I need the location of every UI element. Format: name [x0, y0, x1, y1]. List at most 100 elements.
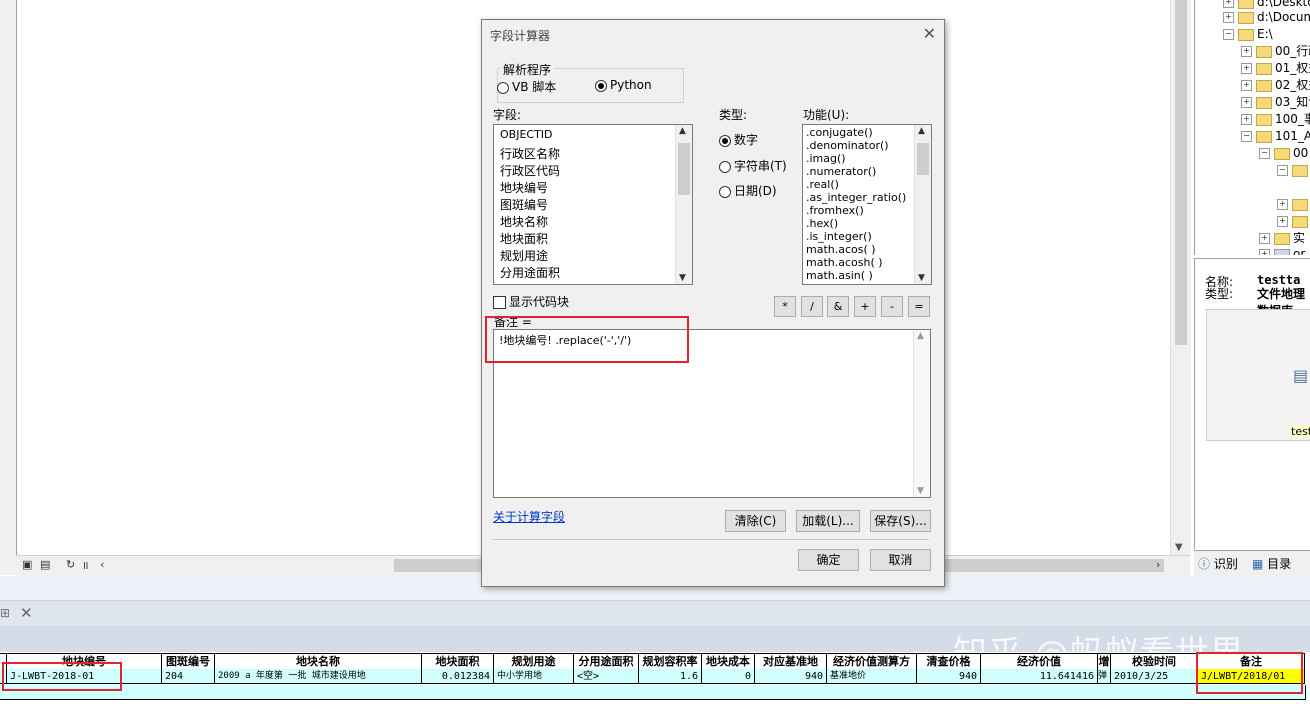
collapse-icon[interactable]: −	[1277, 165, 1288, 176]
table-cell[interactable]	[422, 685, 495, 700]
expand-icon[interactable]: +	[1259, 249, 1270, 255]
divide-button[interactable]: /	[801, 296, 823, 317]
column-header[interactable]: 规划容积率	[639, 653, 702, 670]
tab-catalog[interactable]: ▦ 目录	[1252, 555, 1291, 572]
table-cell[interactable]	[494, 685, 575, 700]
table-cell[interactable]	[1111, 685, 1199, 700]
table-cell[interactable]	[981, 685, 1099, 700]
table-cell[interactable]	[215, 685, 423, 700]
list-item[interactable]: math.asin( )	[806, 269, 873, 282]
close-icon[interactable]: ✕	[20, 604, 33, 622]
attribute-table[interactable]: 地块编号 图斑编号 地块名称 地块面积 规划用途 分用途面积 规划容积率 地块成…	[0, 652, 1310, 704]
chevron-down-icon[interactable]: ▼	[679, 273, 686, 283]
list-item[interactable]: .hex()	[806, 217, 838, 230]
scroll-thumb[interactable]	[1175, 0, 1187, 345]
tab-identify[interactable]: ⓘ 识别	[1198, 555, 1238, 572]
load-button[interactable]: 加载(L)...	[796, 510, 860, 532]
tree-item[interactable]: + d:\Documents	[1223, 9, 1310, 26]
chevron-down-icon[interactable]: ▼	[1175, 542, 1183, 553]
layout-view-icon[interactable]: ▤	[40, 558, 50, 571]
fields-scrollbar[interactable]: ▲ ▼	[675, 125, 692, 284]
column-header[interactable]: 规划用途	[494, 653, 574, 670]
column-header[interactable]: 增	[1098, 653, 1111, 670]
ok-button[interactable]: 确定	[798, 549, 859, 571]
table-cell[interactable]: 204	[162, 669, 215, 684]
expression-scrollbar[interactable]: ▲ ▼	[913, 330, 930, 497]
table-cell[interactable]	[917, 685, 982, 700]
fields-list[interactable]: OBJECTID 行政区名称 行政区代码 地块编号 图斑编号 地块名称 地块面积…	[493, 124, 693, 285]
column-header[interactable]: 经济价值测算方	[827, 653, 917, 670]
table-cell[interactable]: 0	[702, 669, 755, 684]
collapse-icon[interactable]: −	[1259, 148, 1270, 159]
minus-button[interactable]: -	[881, 296, 903, 317]
list-item[interactable]: 地块编号	[500, 179, 548, 196]
list-item[interactable]: 行政区名称	[500, 145, 560, 162]
concat-button[interactable]: &	[827, 296, 849, 317]
table-cell[interactable]: <空>	[574, 669, 639, 684]
expand-icon[interactable]: +	[1241, 80, 1252, 91]
list-item[interactable]: 图斑编号	[500, 196, 548, 213]
column-header[interactable]: 对应基准地	[755, 653, 827, 670]
column-header[interactable]: 图斑编号	[162, 653, 215, 670]
list-item[interactable]: .as_integer_ratio()	[806, 191, 906, 204]
column-header[interactable]: 地块成本	[702, 653, 755, 670]
list-item[interactable]: math.acos( )	[806, 243, 876, 256]
tree-item[interactable]: + 实	[1259, 230, 1305, 247]
tree-item[interactable]: +01_权益	[1241, 60, 1310, 77]
table-cell[interactable]	[1098, 685, 1112, 700]
table-cell[interactable]	[702, 685, 756, 700]
list-item[interactable]: 地块面积	[500, 230, 548, 247]
expand-icon[interactable]: +	[1277, 216, 1288, 227]
tree-item[interactable]: − E:\	[1223, 26, 1273, 43]
list-item[interactable]: 规划用途	[500, 247, 548, 264]
refresh-icon[interactable]: ↻	[66, 558, 75, 571]
table-cell[interactable]: 11.641416	[981, 669, 1098, 684]
functions-list[interactable]: .conjugate() .denominator() .imag() .num…	[802, 124, 932, 285]
help-link[interactable]: 关于计算字段	[493, 508, 565, 525]
collapse-icon[interactable]: −	[1241, 131, 1252, 142]
table-cell[interactable]: 弹	[1098, 669, 1111, 684]
tree-item[interactable]: +	[1277, 196, 1310, 213]
column-header[interactable]: 地块面积	[422, 653, 494, 670]
list-item[interactable]: .denominator()	[806, 139, 889, 152]
clear-button[interactable]: 清除(C)	[725, 510, 786, 532]
chevron-up-icon[interactable]: ▲	[918, 126, 925, 136]
list-item[interactable]: .conjugate()	[806, 126, 873, 139]
list-item[interactable]: OBJECTID	[500, 128, 553, 141]
tree-item[interactable]: +100_事	[1241, 111, 1310, 128]
table-cell[interactable]	[639, 685, 703, 700]
chevron-up-icon[interactable]: ▲	[679, 126, 686, 136]
expand-icon[interactable]: +	[1241, 114, 1252, 125]
column-header[interactable]: 校验时间	[1111, 653, 1198, 670]
tree-item[interactable]: + or	[1259, 246, 1305, 255]
column-header[interactable]: 经济价值	[981, 653, 1098, 670]
table-cell[interactable]	[162, 685, 216, 700]
expand-icon[interactable]: +	[1241, 63, 1252, 74]
expand-icon[interactable]: +	[1259, 233, 1270, 244]
close-icon[interactable]: ✕	[923, 24, 936, 43]
type-string-radio[interactable]: 字符串(T)	[719, 157, 787, 174]
tree-item[interactable]: − 00	[1259, 145, 1308, 162]
list-item[interactable]: 行政区代码	[500, 162, 560, 179]
show-codeblock-checkbox[interactable]: 显示代码块	[493, 293, 569, 310]
scroll-thumb[interactable]	[678, 143, 690, 195]
expand-icon[interactable]: +	[1223, 0, 1234, 8]
list-item[interactable]: .real()	[806, 178, 839, 191]
type-date-radio[interactable]: 日期(D)	[719, 182, 777, 199]
tree-item[interactable]: +02_权益	[1241, 77, 1310, 94]
list-item[interactable]: .imag()	[806, 152, 846, 165]
table-options-icon[interactable]: ⊞	[0, 606, 10, 620]
chevron-left-icon[interactable]: ‹	[100, 558, 104, 571]
functions-scrollbar[interactable]: ▲ ▼	[914, 125, 931, 284]
equals-button[interactable]: =	[908, 296, 930, 317]
cancel-button[interactable]: 取消	[870, 549, 931, 571]
chevron-down-icon[interactable]: ▼	[917, 486, 924, 496]
column-header[interactable]: 分用途面积	[574, 653, 639, 670]
column-header[interactable]: 清查价格	[917, 653, 981, 670]
table-cell[interactable]	[827, 685, 918, 700]
plus-button[interactable]: +	[854, 296, 876, 317]
list-item[interactable]: .is_integer()	[806, 230, 872, 243]
tree-item[interactable]: +	[1277, 213, 1310, 230]
pause-icon[interactable]: ॥	[82, 558, 89, 573]
table-cell[interactable]: 2009 a 年度第 一批 城市建设用地	[215, 669, 422, 684]
